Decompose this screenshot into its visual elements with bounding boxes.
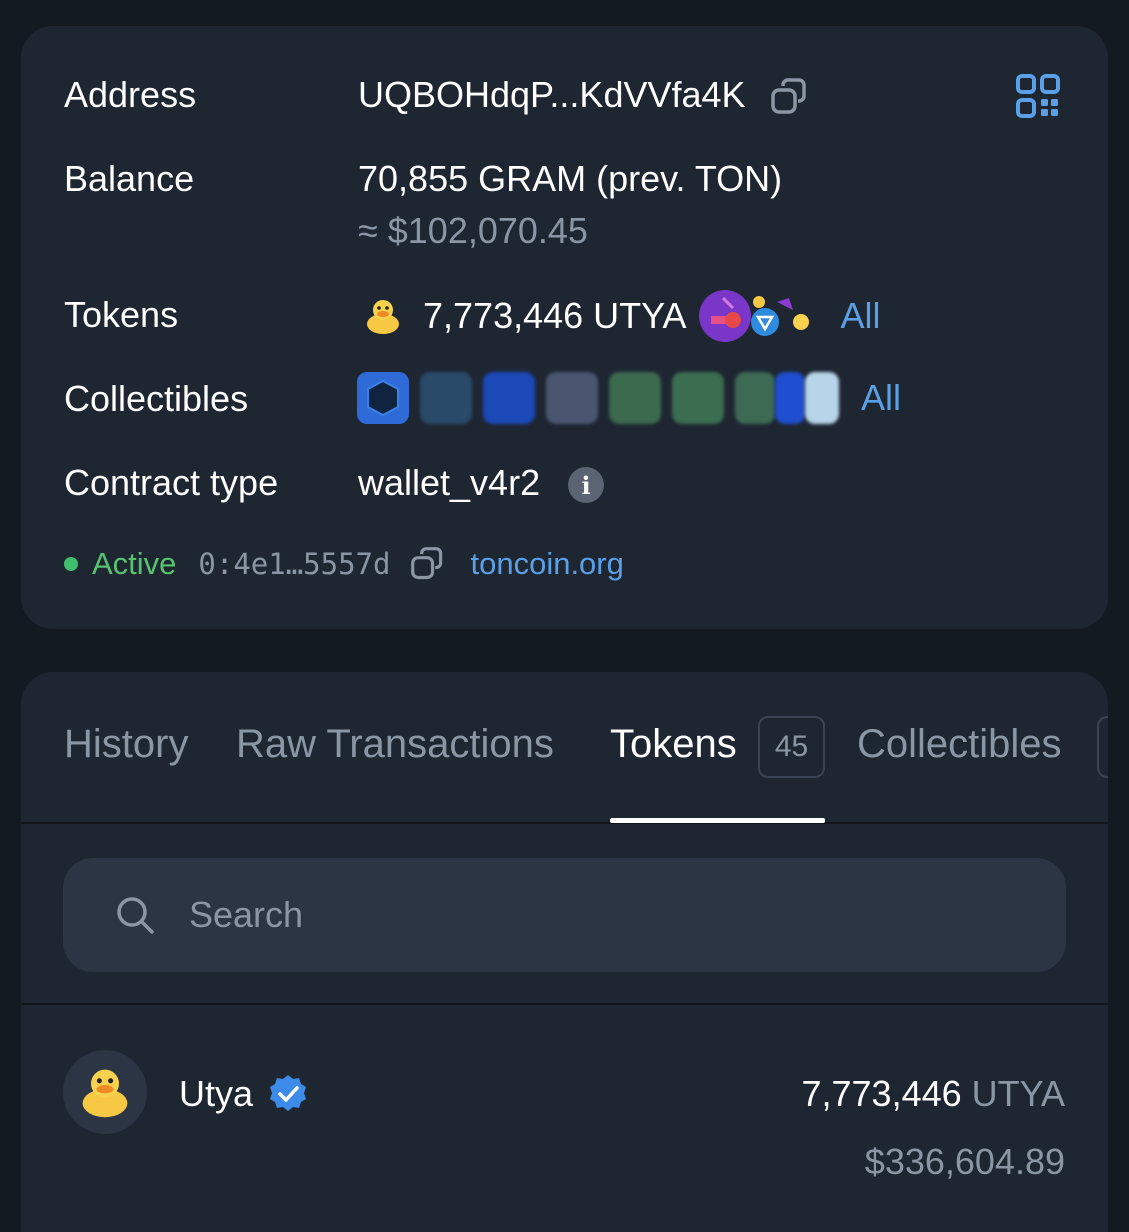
active-tab-underline [610,818,825,823]
token-usd-value: $336,604.89 [864,1141,1065,1182]
collectible-thumb [775,372,805,424]
balance-value: 70,855 GRAM (prev. TON) [358,158,783,199]
collectibles-label: Collectibles [64,378,249,419]
collectibles-summary[interactable]: All [357,372,901,424]
tab-history[interactable]: History [64,722,188,767]
collectibles-all-link[interactable]: All [861,377,901,419]
contract-type-label: Contract type [64,462,279,503]
wallet-info-card: Address UQBOHdqP...KdVVfa4K Balance 70,8… [21,26,1108,629]
token-symbol: UTYA [971,1073,1065,1114]
utya-duck-icon [82,1069,128,1118]
collectible-thumb [805,372,839,424]
search-input[interactable] [189,894,989,936]
token-avatar [63,1050,147,1134]
address-label: Address [64,74,197,115]
search-area [21,825,1108,1005]
utya-duck-icon [361,294,405,338]
tokens-panel: History Raw Transactions Tokens 45 Colle… [21,672,1108,1232]
contract-type-value: wallet_v4r2 i [358,462,605,504]
copy-icon[interactable] [770,77,810,117]
tab-tokens[interactable]: Tokens [610,722,737,767]
collectible-thumb [420,372,472,424]
token-icon-group [698,290,809,342]
tokens-value: 7,773,446 UTYA [423,295,687,336]
tab-raw-transactions[interactable]: Raw Transactions [236,722,554,767]
tab-bar: History Raw Transactions Tokens 45 Colle… [21,672,1108,824]
collectible-thumb [672,372,724,424]
info-icon[interactable]: i [568,467,605,504]
token-list-item[interactable]: Utya 7,773,446 UTYA $336,604.89 [21,1007,1108,1207]
address-text[interactable]: UQBOHdqP...KdVVfa4K [358,74,746,115]
active-dot-icon [64,557,78,571]
status-row: Active 0:4e1…5557d toncoin.org [64,544,624,584]
status-text: Active [92,546,177,581]
token-amount-row: 7,773,446 UTYA [801,1073,1065,1115]
tab-tokens-count-badge: 45 [758,716,825,778]
tokens-summary[interactable]: 7,773,446 UTYA All [361,288,881,344]
collectible-thumb [735,372,775,424]
collectible-thumb [546,372,598,424]
tab-collectibles-count-badge [1097,716,1108,778]
token-name: Utya [179,1073,254,1114]
balance-label: Balance [64,158,195,199]
copy-icon[interactable] [410,546,446,582]
tab-collectibles[interactable]: Collectibles [857,722,1062,767]
verified-badge-icon [270,1075,307,1111]
contract-type-text: wallet_v4r2 [358,462,541,503]
balance-usd: ≈ $102,070.45 [358,210,588,251]
tokens-label: Tokens [64,294,179,335]
search-icon [117,897,154,934]
token-name-row: Utya [179,1073,309,1115]
collectible-thumb [483,372,535,424]
qr-code-icon[interactable] [1016,74,1060,118]
token-amount: 7,773,446 [801,1073,962,1114]
toncoin-link[interactable]: toncoin.org [470,546,623,582]
token-icons-stack [697,288,817,344]
collectible-thumb [609,372,661,424]
search-box[interactable] [63,858,1066,972]
tokens-all-link[interactable]: All [841,295,881,337]
address-value[interactable]: UQBOHdqP...KdVVfa4K [358,74,810,117]
raw-address[interactable]: 0:4e1…5557d [198,547,390,581]
collectible-thumb [357,372,409,424]
